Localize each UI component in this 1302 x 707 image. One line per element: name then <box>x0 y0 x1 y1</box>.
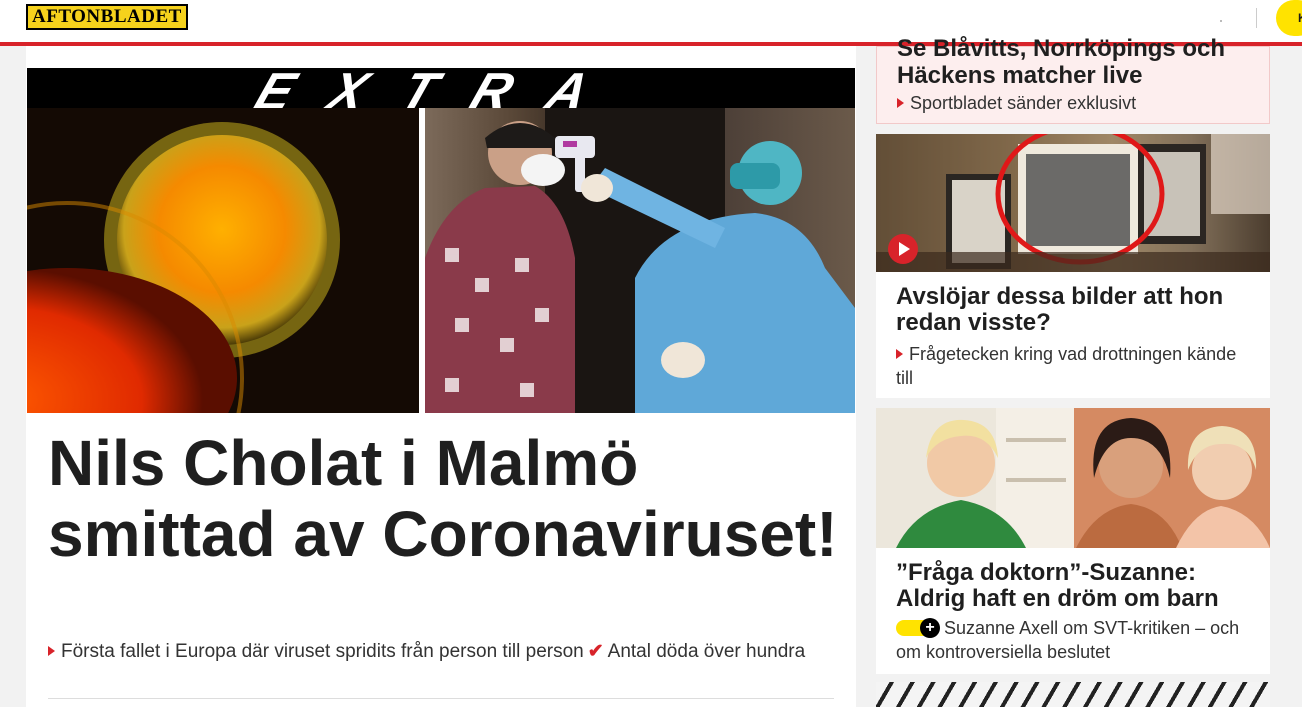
sport-teaser-subtitle: Sportbladet sänder exklusivt <box>897 93 1136 114</box>
arrow-icon <box>896 349 903 359</box>
arrow-icon <box>897 98 904 108</box>
play-icon[interactable] <box>888 234 918 264</box>
doctor-story-subtitle: Suzanne Axell om SVT-kritiken – och om k… <box>896 616 1256 664</box>
temperature-check-photo[interactable] <box>425 108 855 413</box>
royal-story-subtitle-text: Frågetecken kring vad drottningen kände … <box>896 344 1237 388</box>
virus-illustration <box>27 122 340 413</box>
royal-story-card[interactable]: Avslöjar dessa bilder att hon redan viss… <box>876 134 1270 398</box>
extra-banner-text: EXTRA <box>247 68 635 108</box>
next-story-card[interactable] <box>876 682 1270 707</box>
royal-story-title[interactable]: Avslöjar dessa bilder att hon redan viss… <box>896 284 1256 336</box>
extra-banner: EXTRA <box>27 68 855 108</box>
login-button-label: K <box>1298 11 1302 25</box>
check-icon: ✔ <box>587 641 604 662</box>
next-story-image[interactable] <box>876 682 1270 707</box>
doctor-story-title[interactable]: ”Fråga doktorn”-Suzanne: Aldrig haft en … <box>896 560 1266 612</box>
royal-story-subtitle: Frågetecken kring vad drottningen kände … <box>896 342 1256 390</box>
logo-text: AFTONBLADET <box>32 6 182 27</box>
main-headline[interactable]: Nils Cholat i Malmö smittad av Coronavir… <box>48 428 838 570</box>
plus-icon <box>896 618 940 638</box>
doctor-story-card[interactable]: ”Fråga doktorn”-Suzanne: Aldrig haft en … <box>876 408 1270 674</box>
royal-photos-illustration <box>876 134 1270 272</box>
arrow-icon <box>48 646 55 656</box>
virus-image[interactable] <box>27 108 419 413</box>
story-divider <box>48 698 834 699</box>
sport-teaser-card[interactable]: Se Blåvitts, Norrköpings och Häckens mat… <box>876 35 1270 124</box>
suzanne-illustration <box>876 408 1270 548</box>
sport-teaser-subtitle-text: Sportbladet sänder exklusivt <box>910 93 1137 113</box>
sport-teaser-title[interactable]: Se Blåvitts, Norrköpings och Häckens mat… <box>897 35 1267 89</box>
menu-dot <box>1220 20 1222 22</box>
suzanne-photo[interactable] <box>876 408 1270 548</box>
header-divider <box>1256 8 1257 28</box>
temperature-check-illustration <box>425 108 855 413</box>
login-button[interactable]: K <box>1276 0 1302 36</box>
aftonbladet-logo[interactable]: AFTONBLADET <box>26 4 188 30</box>
main-lead[interactable]: Första fallet i Europa där viruset sprid… <box>48 640 828 664</box>
lead-text-1: Första fallet i Europa där viruset sprid… <box>61 641 584 662</box>
doctor-story-subtitle-text: Suzanne Axell om SVT-kritiken – och om k… <box>896 618 1240 662</box>
lead-text-2: Antal döda över hundra <box>607 641 806 662</box>
royal-photos-image[interactable] <box>876 134 1270 272</box>
